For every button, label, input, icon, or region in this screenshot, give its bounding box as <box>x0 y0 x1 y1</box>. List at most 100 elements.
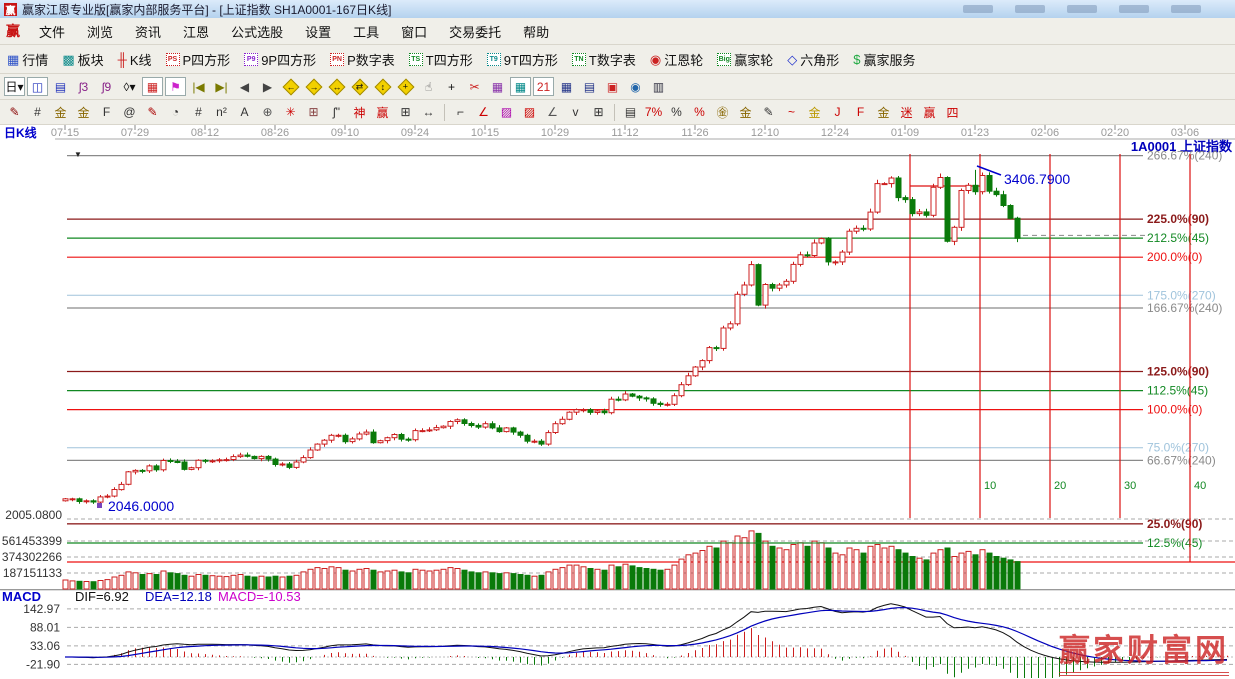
menu-item-4[interactable]: 公式选股 <box>220 19 294 44</box>
quotes-button[interactable]: ▦行情 <box>0 48 55 71</box>
grid-box-icon[interactable]: ⊞ <box>588 103 609 122</box>
mi-angle-icon[interactable]: 迷 <box>896 103 917 122</box>
cut-icon[interactable]: ✂ <box>464 77 485 96</box>
kline-button[interactable]: ╫K线 <box>111 48 159 71</box>
pen-candle-icon[interactable]: ✎ <box>758 103 779 122</box>
t-table-button[interactable]: TNT数字表 <box>565 48 643 71</box>
grid-circle-icon[interactable]: ⊞ <box>303 103 324 122</box>
wave-a-icon[interactable]: ~ <box>781 103 802 122</box>
info-doc-icon[interactable]: ▤ <box>50 77 71 96</box>
titlebar-control[interactable] <box>1119 5 1149 13</box>
next-bar-icon[interactable]: ▶ <box>257 77 278 96</box>
p-square-button[interactable]: PSP四方形 <box>159 48 238 71</box>
prev-bar-icon[interactable]: ◀ <box>234 77 255 96</box>
spiral-icon[interactable]: @ <box>119 103 140 122</box>
sectors-button[interactable]: ▩板块 <box>55 48 110 71</box>
menu-item-5[interactable]: 设置 <box>294 19 342 44</box>
j-angle-icon[interactable]: J <box>827 103 848 122</box>
n2-icon[interactable]: n² <box>211 103 232 122</box>
grid2-icon[interactable]: # <box>188 103 209 122</box>
gold-grid2-icon[interactable]: 金 <box>73 103 94 122</box>
gold-grid-icon[interactable]: 金 <box>50 103 71 122</box>
menu-item-8[interactable]: 交易委托 <box>438 19 512 44</box>
grid-123-icon[interactable]: ⊞ <box>395 103 416 122</box>
notes-icon[interactable]: ▤ <box>579 77 600 96</box>
compress-h-icon[interactable]: ⇄ <box>349 77 370 96</box>
calculator-icon[interactable]: ▦ <box>556 77 577 96</box>
gann-box-icon[interactable]: ▨ <box>496 103 517 122</box>
save-icon[interactable]: ▣ <box>602 77 623 96</box>
grid-purple-icon[interactable]: ▦ <box>487 77 508 96</box>
crosshair-icon[interactable]: + <box>441 77 462 96</box>
menu-item-0[interactable]: 文件 <box>28 19 76 44</box>
9t-square-button[interactable]: T99T四方形 <box>480 48 565 71</box>
wave-v-icon[interactable]: v <box>565 103 586 122</box>
period-day-button[interactable]: 日▾ <box>4 77 25 96</box>
print-icon[interactable]: ▥ <box>648 77 669 96</box>
menu-item-3[interactable]: 江恩 <box>172 19 220 44</box>
scroll-right-icon[interactable]: → <box>303 77 324 96</box>
angle-lines-icon[interactable]: ∠ <box>542 103 563 122</box>
seven-pct-icon[interactable]: 7% <box>643 103 664 122</box>
f-grid-icon[interactable]: F <box>96 103 117 122</box>
gann-wheel-button[interactable]: ◉江恩轮 <box>643 48 710 71</box>
percent-line-icon[interactable]: % <box>689 103 710 122</box>
winner-wheel-button[interactable]: Big赢家轮 <box>710 48 780 71</box>
k-quote-icon[interactable]: ʃ" <box>326 103 347 122</box>
hexagon-button[interactable]: ◇六角形 <box>780 48 846 71</box>
chart-area[interactable]: 07-1507-2908-1208-2609-1009-2410-1510-29… <box>0 125 1235 678</box>
expand-all-icon[interactable]: + <box>395 77 416 96</box>
first-bar-icon[interactable]: |◀ <box>188 77 209 96</box>
zoom-h-icon[interactable]: ↔ <box>326 77 347 96</box>
pen-red-icon[interactable]: ✎ <box>142 103 163 122</box>
gold-line-icon[interactable]: 金 <box>735 103 756 122</box>
red-fan-icon[interactable]: ∠ <box>473 103 494 122</box>
p-table-button[interactable]: PNP数字表 <box>323 48 402 71</box>
kline-chart[interactable]: 07-1507-2908-1208-2609-1009-2410-1510-29… <box>0 125 1235 678</box>
titlebar-control[interactable] <box>1067 5 1097 13</box>
drag-hand-icon[interactable]: ☝ <box>418 77 439 96</box>
menu-item-9[interactable]: 帮助 <box>512 19 560 44</box>
scroll-left-icon[interactable]: ← <box>280 77 301 96</box>
gold-circle-icon[interactable]: ㊎ <box>712 103 733 122</box>
circle-cross-icon[interactable]: ⊕ <box>257 103 278 122</box>
f-angle-icon[interactable]: F <box>850 103 871 122</box>
filter-flag-icon[interactable]: ⚑ <box>165 77 186 96</box>
minor-wave9-icon[interactable]: ʃ9 <box>96 77 117 96</box>
si-angle-icon[interactable]: 四 <box>942 103 963 122</box>
gold-angle-icon[interactable]: 金 <box>873 103 894 122</box>
shen-grid-icon[interactable]: 神 <box>349 103 370 122</box>
gann-box2-icon[interactable]: ▨ <box>519 103 540 122</box>
bars-icon[interactable]: ▤ <box>620 103 641 122</box>
menu-item-1[interactable]: 浏览 <box>76 19 124 44</box>
ying-grid-icon[interactable]: 赢 <box>372 103 393 122</box>
hash-grid-icon[interactable]: # <box>27 103 48 122</box>
calendar-icon[interactable]: 21 <box>533 77 554 96</box>
gann-grid-icon[interactable]: ▦ <box>142 77 163 96</box>
last-bar-icon[interactable]: ▶| <box>211 77 232 96</box>
network-icon[interactable]: ◉ <box>625 77 646 96</box>
red-star-icon[interactable]: ✳ <box>280 103 301 122</box>
compass-pen-icon[interactable]: ✎ <box>4 103 25 122</box>
minor-wave3-icon[interactable]: ʃ3 <box>73 77 94 96</box>
zoom-v-icon[interactable]: ↕ <box>372 77 393 96</box>
ying-angle-icon[interactable]: 赢 <box>919 103 940 122</box>
menu-item-2[interactable]: 资讯 <box>124 19 172 44</box>
width-arrow-icon[interactable]: ↔ <box>418 103 439 122</box>
a-angle-icon[interactable]: A <box>234 103 255 122</box>
t-square-button[interactable]: TST四方形 <box>402 48 480 71</box>
9p-square-button[interactable]: P99P四方形 <box>237 48 323 71</box>
gold-yellow-icon[interactable]: 金 <box>804 103 825 122</box>
overlay-icon[interactable]: ◫ <box>27 77 48 96</box>
titlebar-control[interactable] <box>963 5 993 13</box>
box-corner-icon[interactable]: ⌐ <box>450 103 471 122</box>
menu-item-6[interactable]: 工具 <box>342 19 390 44</box>
titlebar-control[interactable] <box>1171 5 1201 13</box>
grid-teal-icon[interactable]: ▦ <box>510 77 531 96</box>
clock-circle-icon[interactable]: ◔ <box>165 103 186 122</box>
candle-style-button[interactable]: ◊▾ <box>119 77 140 96</box>
percent-icon[interactable]: % <box>666 103 687 122</box>
winner-service-button[interactable]: $赢家服务 <box>846 48 922 71</box>
menu-item-7[interactable]: 窗口 <box>390 19 438 44</box>
titlebar-control[interactable] <box>1015 5 1045 13</box>
